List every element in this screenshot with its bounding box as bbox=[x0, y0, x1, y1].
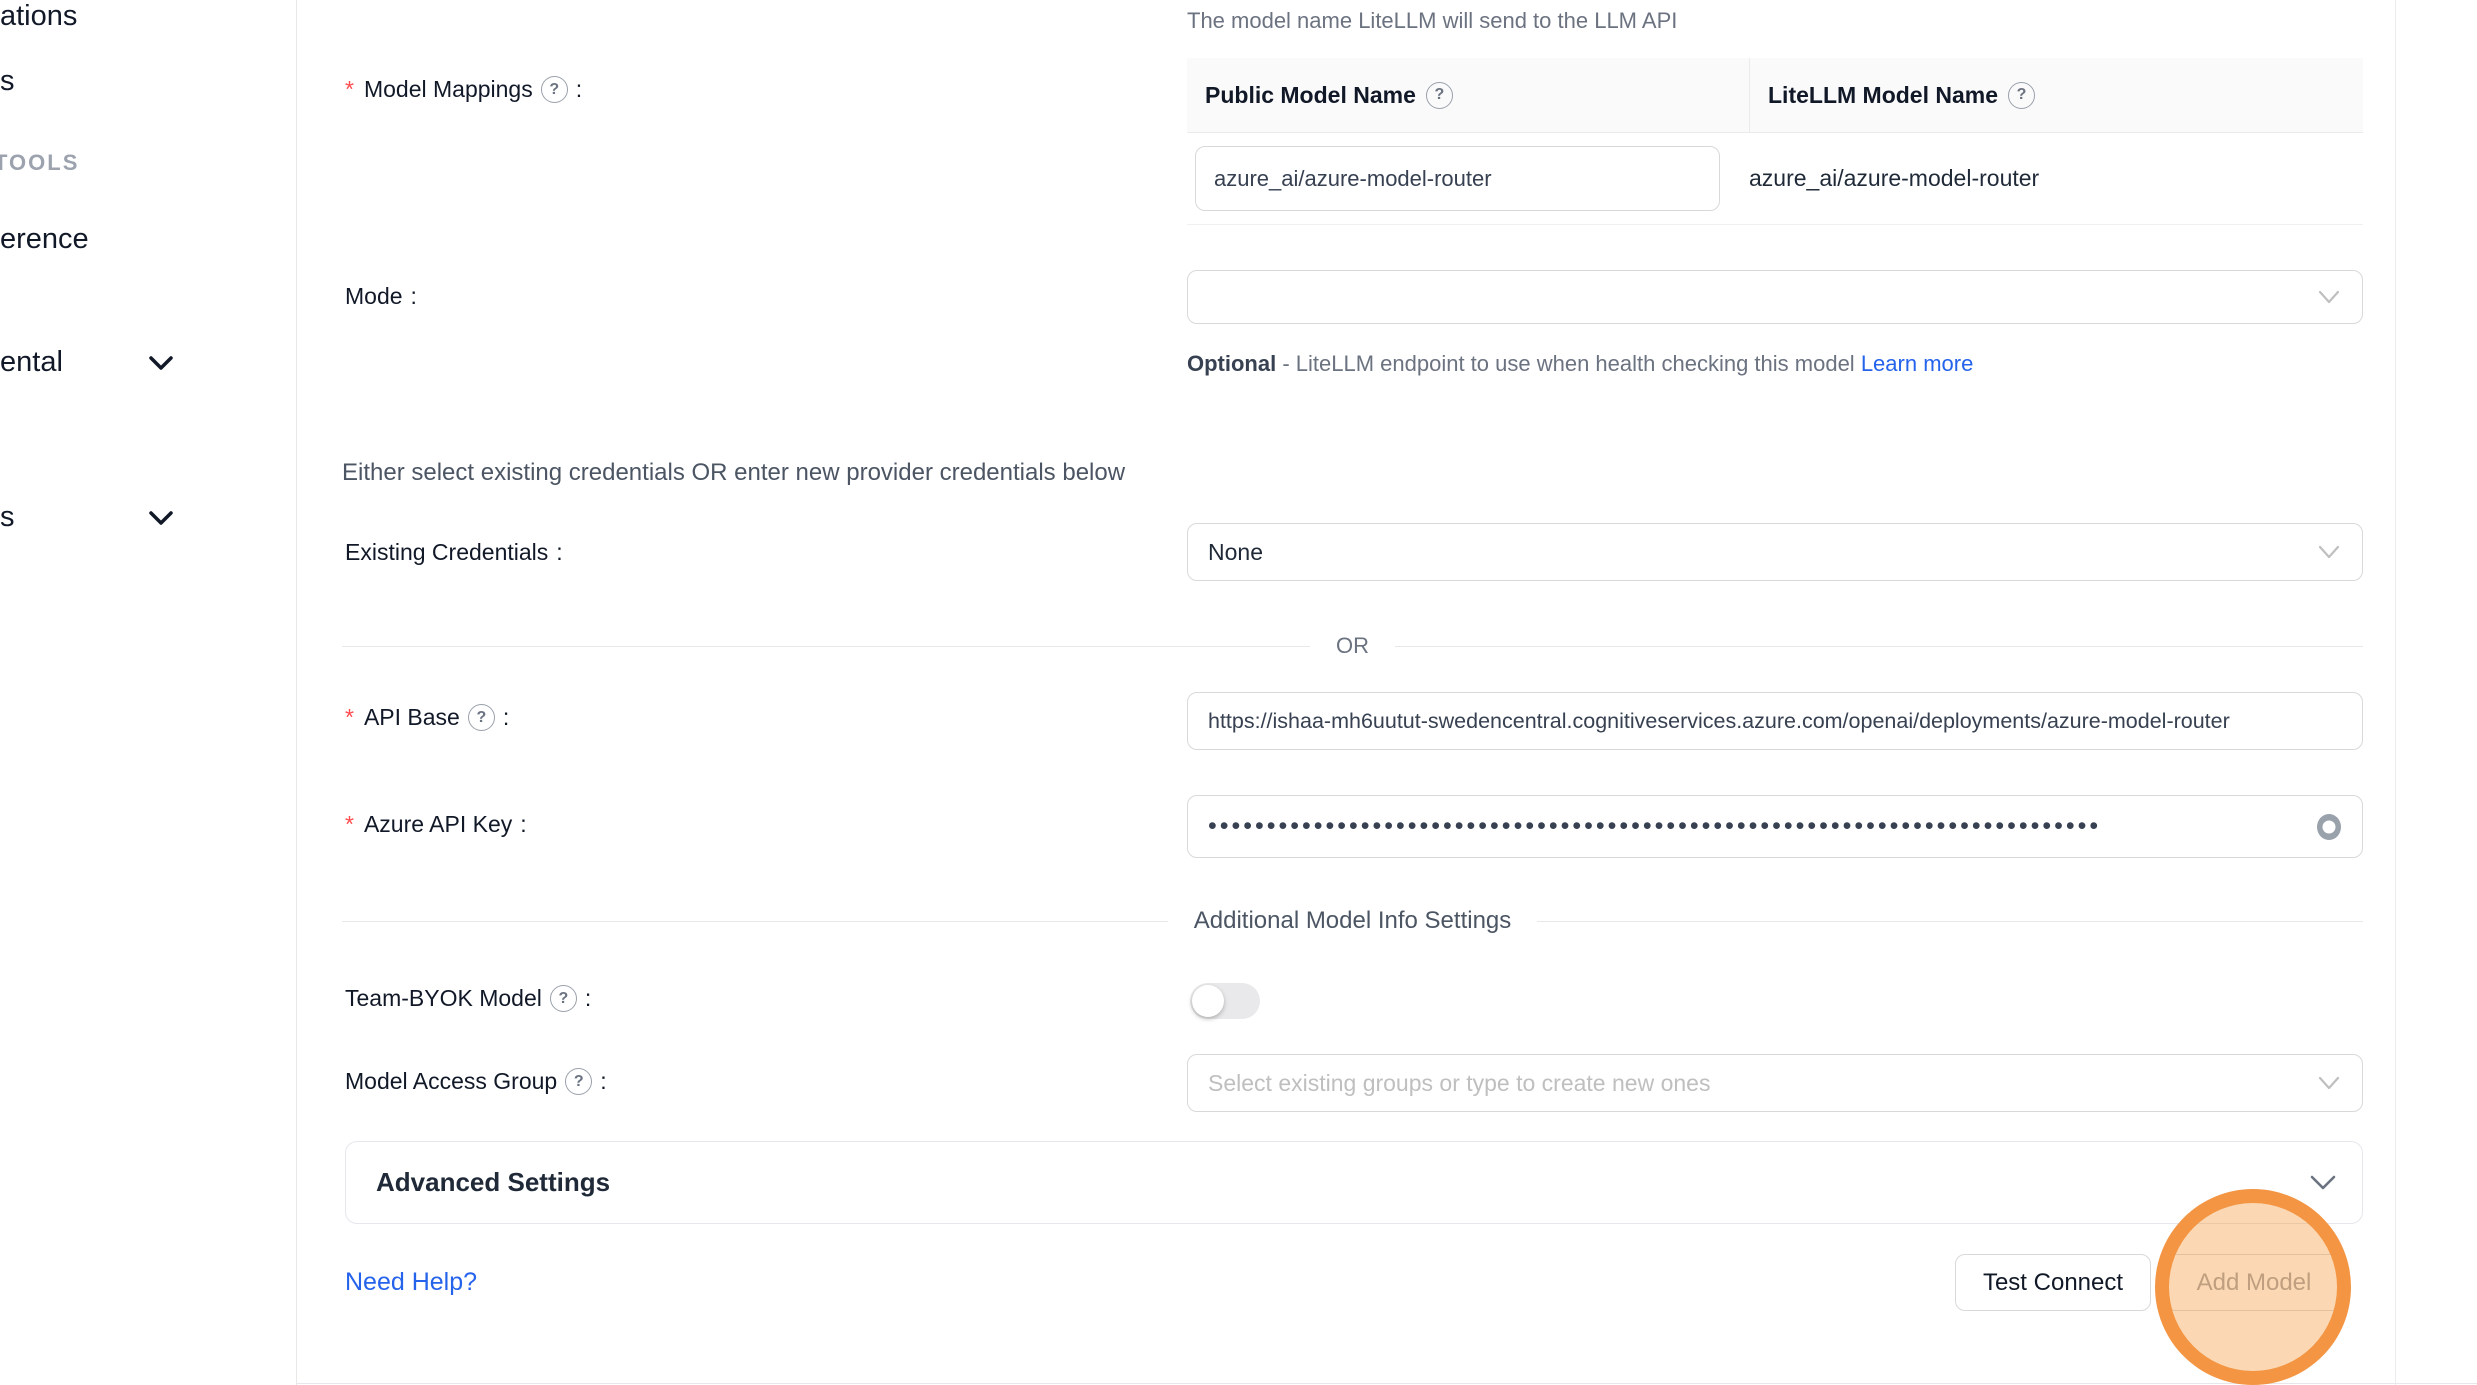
sidebar-item-label: s bbox=[0, 501, 15, 533]
panel-bottom-border bbox=[297, 1383, 2477, 1384]
public-model-name-input[interactable] bbox=[1195, 146, 1720, 211]
divider-line bbox=[342, 646, 1310, 647]
label-text: Mode bbox=[345, 283, 403, 310]
label-colon: : bbox=[503, 704, 509, 731]
existing-credentials-label: Existing Credentials : bbox=[345, 539, 563, 566]
table-row: azure_ai/azure-model-router bbox=[1187, 133, 2363, 224]
sidebar-item-guardrails[interactable]: s bbox=[0, 65, 15, 98]
sidebar-section-label: TOOLS bbox=[0, 150, 79, 175]
chevron-down-icon bbox=[2318, 1076, 2340, 1090]
help-icon[interactable]: ? bbox=[1426, 82, 1453, 109]
mode-hint-text: - LiteLLM endpoint to use when health ch… bbox=[1276, 351, 1861, 376]
sidebar-item-label: s bbox=[0, 65, 15, 97]
add-model-form: The model name LiteLLM will send to the … bbox=[297, 0, 2477, 1385]
label-text: Existing Credentials bbox=[345, 539, 548, 566]
advanced-settings-panel[interactable]: Advanced Settings bbox=[345, 1141, 2363, 1224]
divider-line bbox=[342, 921, 1168, 922]
label-text: Team-BYOK Model bbox=[345, 985, 542, 1012]
sidebar: ations s TOOLS erence ental s bbox=[0, 0, 297, 1385]
need-help-link[interactable]: Need Help? bbox=[345, 1268, 477, 1297]
chevron-down-icon bbox=[2310, 1175, 2336, 1191]
label-text: Azure API Key bbox=[364, 811, 512, 838]
help-icon[interactable]: ? bbox=[565, 1068, 592, 1095]
required-asterisk: * bbox=[345, 76, 354, 103]
required-asterisk: * bbox=[345, 704, 354, 731]
api-base-label: * API Base ? : bbox=[345, 704, 509, 731]
litellm-model-name-value: azure_ai/azure-model-router bbox=[1749, 165, 2039, 192]
model-access-group-placeholder: Select existing groups or type to create… bbox=[1208, 1070, 1710, 1097]
sidebar-item-label: ations bbox=[0, 0, 77, 32]
model-name-hint: The model name LiteLLM will send to the … bbox=[1187, 8, 1677, 34]
label-text: API Base bbox=[364, 704, 460, 731]
label-text: Model Mappings bbox=[364, 76, 533, 103]
table-header-row: Public Model Name ? LiteLLM Model Name ? bbox=[1187, 58, 2363, 133]
divider-line bbox=[1537, 921, 2363, 922]
existing-credentials-value: None bbox=[1208, 539, 1263, 566]
masked-key-value: ••••••••••••••••••••••••••••••••••••••••… bbox=[1208, 812, 2268, 841]
credentials-note: Either select existing credentials OR en… bbox=[342, 459, 1125, 487]
mode-select[interactable] bbox=[1187, 270, 2363, 324]
team-byok-toggle[interactable] bbox=[1190, 983, 1260, 1019]
label-colon: : bbox=[556, 539, 562, 566]
sidebar-item-settings[interactable]: s bbox=[0, 501, 15, 534]
required-asterisk: * bbox=[345, 811, 354, 838]
sidebar-item-reference[interactable]: erence bbox=[0, 223, 89, 256]
toggle-knob bbox=[1192, 985, 1224, 1017]
sidebar-item-organizations[interactable]: ations bbox=[0, 0, 77, 33]
label-colon: : bbox=[585, 985, 591, 1012]
label-colon: : bbox=[576, 76, 582, 103]
existing-credentials-select[interactable]: None bbox=[1187, 523, 2363, 581]
help-icon[interactable]: ? bbox=[2008, 82, 2035, 109]
mode-hint-bold: Optional bbox=[1187, 351, 1276, 376]
additional-info-divider: Additional Model Info Settings bbox=[342, 907, 2363, 935]
model-access-group-select[interactable]: Select existing groups or type to create… bbox=[1187, 1054, 2363, 1112]
sidebar-item-label: erence bbox=[0, 223, 89, 255]
add-model-page: ations s TOOLS erence ental s The model … bbox=[0, 0, 2477, 1385]
help-icon[interactable]: ? bbox=[550, 985, 577, 1012]
help-icon[interactable]: ? bbox=[468, 704, 495, 731]
or-divider-text: OR bbox=[1310, 633, 1395, 659]
azure-api-key-input[interactable]: ••••••••••••••••••••••••••••••••••••••••… bbox=[1187, 795, 2363, 858]
header-text: LiteLLM Model Name bbox=[1768, 82, 1998, 109]
advanced-settings-title: Advanced Settings bbox=[376, 1167, 610, 1198]
public-model-name-header: Public Model Name ? bbox=[1187, 58, 1749, 132]
litellm-model-name-header: LiteLLM Model Name ? bbox=[1749, 58, 2363, 132]
api-base-input[interactable] bbox=[1187, 692, 2363, 750]
test-connect-button[interactable]: Test Connect bbox=[1955, 1254, 2151, 1311]
sidebar-item-label: ental bbox=[0, 346, 63, 378]
label-colon: : bbox=[600, 1068, 606, 1095]
chevron-down-icon[interactable] bbox=[149, 355, 173, 371]
chevron-down-icon[interactable] bbox=[149, 510, 173, 526]
mode-hint: Optional - LiteLLM endpoint to use when … bbox=[1187, 344, 1987, 384]
chevron-down-icon bbox=[2318, 290, 2340, 304]
add-model-button[interactable]: Add Model bbox=[2165, 1254, 2343, 1311]
label-text: Model Access Group bbox=[345, 1068, 557, 1095]
model-mappings-label: * Model Mappings ? : bbox=[345, 76, 582, 103]
azure-api-key-label: * Azure API Key : bbox=[345, 811, 527, 838]
model-access-group-label: Model Access Group ? : bbox=[345, 1068, 607, 1095]
divider-line bbox=[1395, 646, 2363, 647]
learn-more-link[interactable]: Learn more bbox=[1861, 351, 1974, 376]
sidebar-section-tools: TOOLS bbox=[0, 150, 79, 176]
label-colon: : bbox=[520, 811, 526, 838]
help-icon[interactable]: ? bbox=[541, 76, 568, 103]
mode-label: Mode : bbox=[345, 283, 417, 310]
team-byok-label: Team-BYOK Model ? : bbox=[345, 985, 591, 1012]
sidebar-item-experimental[interactable]: ental bbox=[0, 346, 63, 379]
header-text: Public Model Name bbox=[1205, 82, 1416, 109]
panel-right-border bbox=[2395, 0, 2396, 1385]
or-divider: OR bbox=[342, 633, 2363, 659]
eye-icon[interactable] bbox=[2312, 812, 2346, 842]
label-colon: : bbox=[411, 283, 417, 310]
additional-info-divider-text: Additional Model Info Settings bbox=[1168, 907, 1538, 935]
model-mappings-table: Public Model Name ? LiteLLM Model Name ?… bbox=[1187, 58, 2363, 225]
chevron-down-icon bbox=[2318, 545, 2340, 559]
